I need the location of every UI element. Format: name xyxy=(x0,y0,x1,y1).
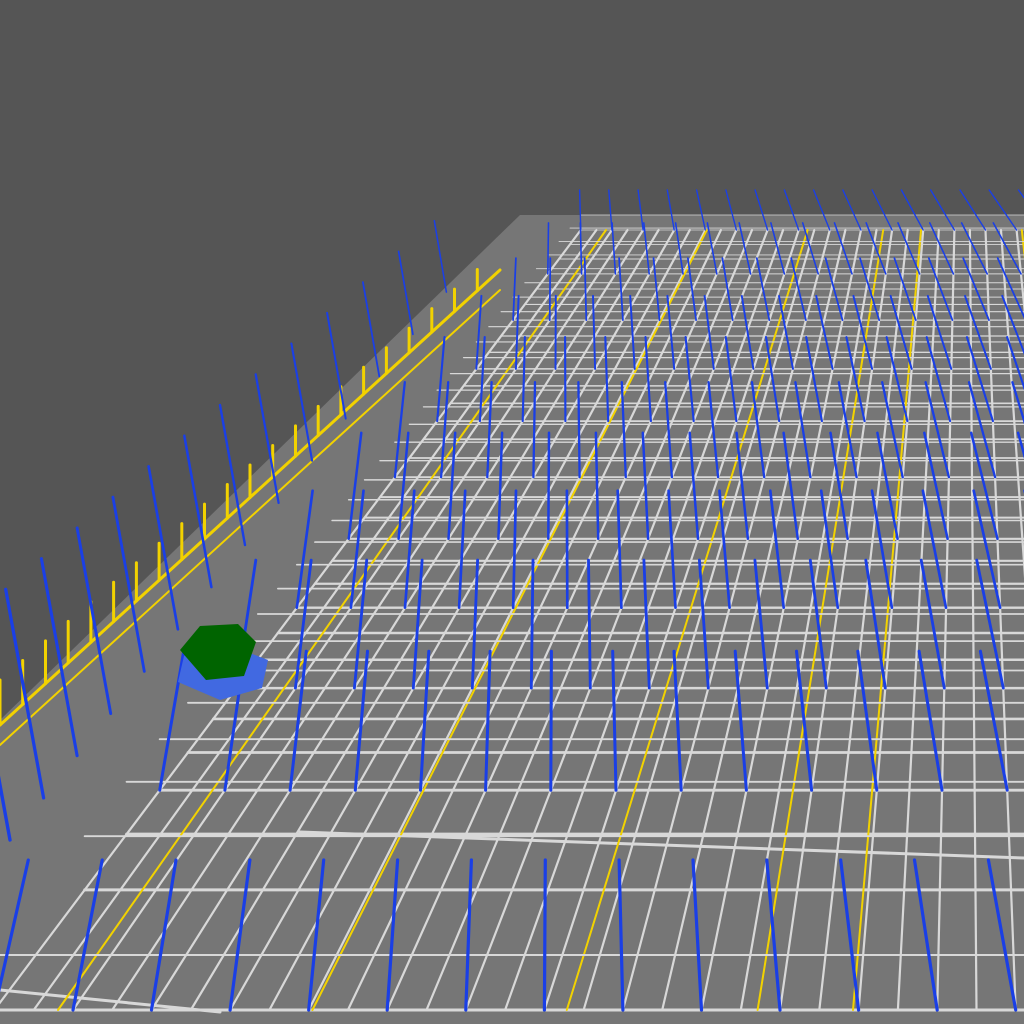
warehouse-scene xyxy=(0,0,1024,1024)
pillar xyxy=(547,222,550,275)
pillar xyxy=(549,649,553,792)
pillar xyxy=(548,257,552,321)
pillar xyxy=(529,558,535,690)
pillar xyxy=(532,381,537,479)
pillar xyxy=(547,431,551,541)
pillar xyxy=(587,558,592,690)
pillar xyxy=(542,858,547,1012)
3d-viewport[interactable] xyxy=(0,0,1024,1024)
pillar xyxy=(577,381,581,479)
